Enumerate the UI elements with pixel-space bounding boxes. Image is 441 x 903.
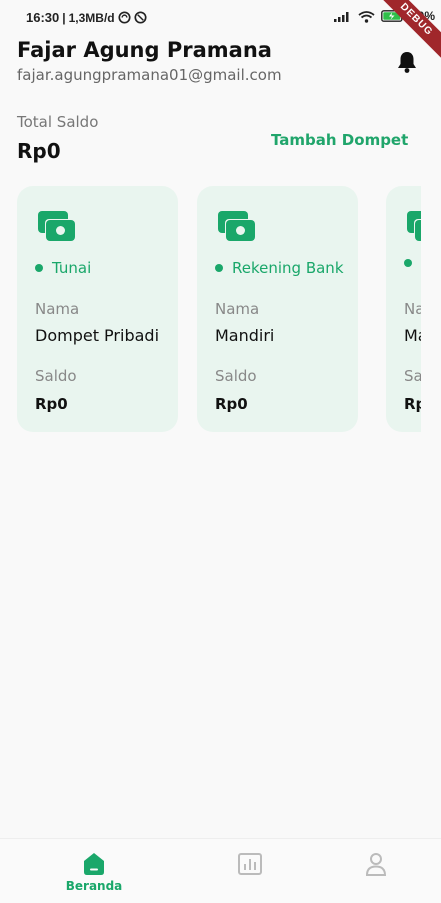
money-icon (407, 211, 421, 242)
user-email: fajar.agungpramana01@gmail.com (17, 66, 282, 84)
status-left: 16:30 | 1,3MB/d (26, 10, 147, 25)
chart-icon (238, 853, 262, 875)
profile-icon (365, 853, 387, 876)
wallet-name-label: Nama (35, 300, 80, 318)
nav-label-beranda: Beranda (65, 879, 123, 893)
wallet-name: Mandiri (215, 326, 275, 345)
wallet-balance-label: Sa (404, 367, 421, 385)
wifi-icon (358, 10, 375, 23)
user-name: Fajar Agung Pramana (17, 38, 272, 62)
bell-icon[interactable] (396, 50, 418, 74)
sync-icon (118, 11, 131, 24)
wallet-balance: Rp0 (215, 395, 248, 413)
wallet-name: Ma (404, 326, 421, 345)
status-dot (215, 264, 223, 272)
total-balance-label: Total Saldo (17, 113, 99, 131)
status-bar: 16:30 | 1,3MB/d 90% (0, 0, 441, 36)
nav-item-statistics[interactable] (190, 839, 310, 903)
wallet-balance: Rp (404, 395, 421, 413)
wallet-balance-label: Saldo (35, 367, 77, 385)
signal-icon (333, 12, 349, 22)
home-icon (84, 853, 104, 875)
wallet-card[interactable]: Tunai Nama Dompet Pribadi Saldo Rp0 (17, 186, 178, 432)
wallet-name-label: Na (404, 300, 421, 318)
wallet-card[interactable]: Rekening Bank Nama Mandiri Saldo Rp0 (197, 186, 358, 432)
data-saver-icon (134, 11, 147, 24)
wallet-type (404, 259, 421, 267)
wallet-balance: Rp0 (35, 395, 68, 413)
money-icon (38, 211, 76, 242)
wallet-name-label: Nama (215, 300, 260, 318)
wallet-name: Dompet Pribadi (35, 326, 160, 345)
wallet-card[interactable]: Na Ma Sa Rp (386, 186, 421, 432)
total-balance-value: Rp0 (17, 139, 61, 163)
bottom-nav: Beranda (0, 838, 441, 903)
money-icon (218, 211, 256, 242)
status-time: 16:30 (26, 10, 60, 25)
network-speed: 1,3MB/d (68, 10, 115, 25)
add-wallet-button[interactable]: Tambah Dompet (271, 131, 408, 149)
wallet-type: Tunai (35, 259, 91, 277)
status-divider: | (62, 10, 66, 25)
wallet-type-label: Rekening Bank (232, 259, 344, 277)
wallet-list[interactable]: Tunai Nama Dompet Pribadi Saldo Rp0 Reke… (17, 186, 421, 434)
status-dot (35, 264, 43, 272)
nav-item-beranda[interactable]: Beranda (34, 839, 154, 903)
nav-item-profile[interactable] (316, 839, 436, 903)
status-dot (404, 259, 412, 267)
wallet-balance-label: Saldo (215, 367, 257, 385)
wallet-type-label: Tunai (52, 259, 92, 277)
wallet-type: Rekening Bank (215, 259, 344, 277)
